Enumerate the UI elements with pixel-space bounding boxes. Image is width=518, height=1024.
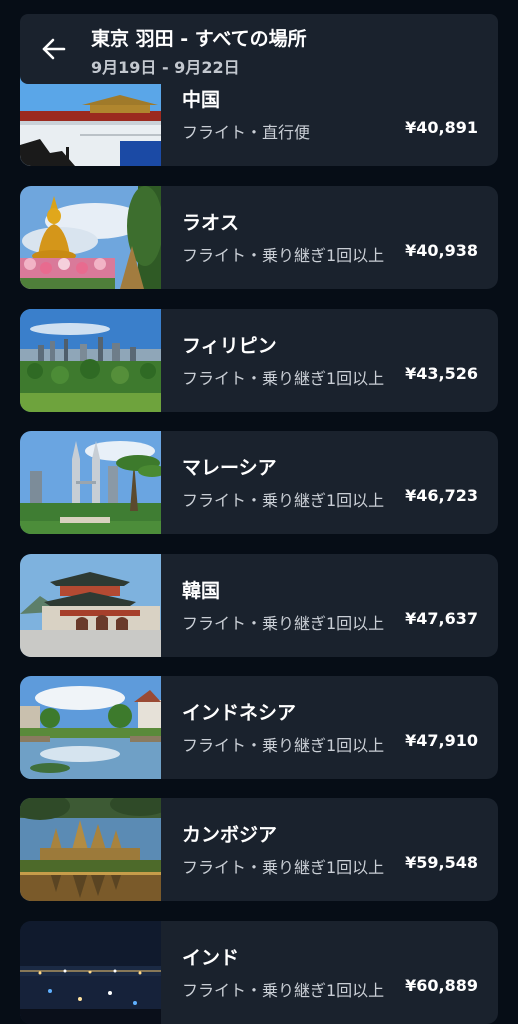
destination-image-city-skyline-park [20, 309, 161, 412]
arrow-left-icon [42, 38, 66, 60]
destination-image-twin-towers [20, 431, 161, 534]
destination-image-golden-buddha [20, 186, 161, 289]
price: ¥59,548 [405, 853, 478, 872]
destination-card-india[interactable]: インド フライト・乗り継ぎ1回以上 ¥60,889 [20, 921, 498, 1024]
price: ¥46,723 [405, 486, 478, 505]
destination-name: カンボジア [182, 824, 278, 846]
destination-name: マレーシア [182, 457, 277, 479]
search-summary-header[interactable]: 東京 羽田 - すべての場所 9月19日 - 9月22日 [20, 14, 498, 84]
destination-card-philippines[interactable]: フィリピン フライト・乗り継ぎ1回以上 ¥43,526 [20, 309, 498, 412]
price: ¥40,938 [405, 241, 478, 260]
destination-list[interactable]: 中国 フライト・直行便 ¥40,891 ラオス フライト・乗り継ぎ1回以上 ¥4… [0, 0, 518, 1024]
flight-info: フライト・乗り継ぎ1回以上 [182, 246, 385, 265]
destination-name: インドネシア [182, 702, 297, 724]
destination-card-laos[interactable]: ラオス フライト・乗り継ぎ1回以上 ¥40,938 [20, 186, 498, 289]
date-range: 9月19日 - 9月22日 [91, 58, 240, 77]
flight-info: フライト・乗り継ぎ1回以上 [182, 736, 385, 755]
price: ¥47,910 [405, 731, 478, 750]
destination-card-cambodia[interactable]: カンボジア フライト・乗り継ぎ1回以上 ¥59,548 [20, 798, 498, 901]
price: ¥47,637 [405, 609, 478, 628]
destination-image-palace-gate [20, 554, 161, 657]
route-title: 東京 羽田 - すべての場所 [91, 28, 307, 50]
price: ¥40,891 [405, 118, 478, 137]
destination-name: 韓国 [182, 580, 221, 602]
destination-name: 中国 [182, 89, 221, 111]
destination-image-angkor-wat [20, 798, 161, 901]
destination-image-night-city [20, 921, 161, 1024]
flight-info: フライト・直行便 [182, 123, 311, 142]
destination-name: インド [182, 947, 240, 969]
flight-info: フライト・乗り継ぎ1回以上 [182, 981, 385, 1000]
destination-image-canal-town [20, 676, 161, 779]
explore-results-page: 中国 フライト・直行便 ¥40,891 ラオス フライト・乗り継ぎ1回以上 ¥4… [0, 0, 518, 1024]
destination-name: フィリピン [182, 335, 277, 357]
flight-info: フライト・乗り継ぎ1回以上 [182, 614, 385, 633]
price: ¥60,889 [405, 976, 478, 995]
destination-card-indonesia[interactable]: インドネシア フライト・乗り継ぎ1回以上 ¥47,910 [20, 676, 498, 779]
destination-card-korea[interactable]: 韓国 フライト・乗り継ぎ1回以上 ¥47,637 [20, 554, 498, 657]
flight-info: フライト・乗り継ぎ1回以上 [182, 491, 385, 510]
destination-card-malaysia[interactable]: マレーシア フライト・乗り継ぎ1回以上 ¥46,723 [20, 431, 498, 534]
back-button[interactable] [40, 35, 68, 63]
price: ¥43,526 [405, 364, 478, 383]
flight-info: フライト・乗り継ぎ1回以上 [182, 369, 385, 388]
destination-name: ラオス [182, 212, 240, 234]
flight-info: フライト・乗り継ぎ1回以上 [182, 858, 385, 877]
